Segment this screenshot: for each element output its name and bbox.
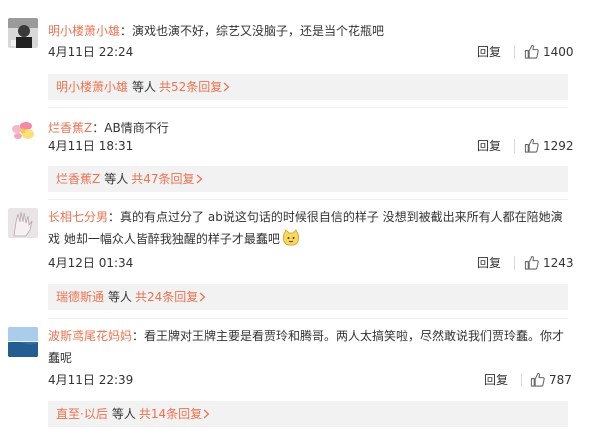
chevron-right-icon — [199, 292, 206, 302]
comment-time: 4月11日 18:31 — [48, 139, 134, 153]
cat-face-emoji-icon — [282, 229, 299, 246]
view-replies-link[interactable]: 共24条回复 — [135, 290, 198, 304]
comment-username[interactable]: 烂香蕉Z — [48, 121, 92, 135]
comment-meta: 4月11日 22:24 回复 1400 — [48, 42, 590, 62]
others-label: 等人 — [132, 80, 157, 94]
others-label: 等人 — [111, 407, 136, 421]
comment-divider — [48, 199, 568, 200]
comment-body-line2: 蠢呢 — [48, 351, 73, 365]
avatar[interactable] — [8, 116, 38, 146]
comment-text: 明小楼萧小雄：演戏也演不好，综艺又没脑子，还是当个花瓶吧 — [48, 24, 385, 38]
sub-reply-username[interactable]: 瑞德斯通 — [56, 290, 104, 304]
comment-meta: 4月11日 22:39 回复 787 — [48, 370, 590, 390]
others-label: 等人 — [104, 172, 129, 186]
avatar[interactable] — [8, 208, 38, 238]
comment-divider — [48, 107, 568, 108]
chevron-right-icon — [223, 82, 230, 92]
others-label: 等人 — [108, 290, 133, 304]
like-count: 1400 — [543, 45, 574, 59]
view-replies-link[interactable]: 共52条回复 — [159, 80, 222, 94]
comment-body: 演戏也演不好，综艺又没脑子，还是当个花瓶吧 — [132, 24, 385, 38]
divider — [514, 139, 515, 153]
divider — [521, 373, 522, 387]
comment-time: 4月11日 22:39 — [48, 373, 134, 387]
like-button[interactable]: 1400 — [524, 42, 574, 62]
sub-replies-bar: 烂香蕉Z 等人 共47条回复 — [48, 166, 568, 192]
view-replies-link[interactable]: 共47条回复 — [131, 172, 194, 186]
comment-text: 长相七分男：真的有点过分了 ab说这句话的时候很自信的样子 没想到被截出来所有人… — [48, 210, 563, 246]
comment-text: 波斯鸢尾花妈妈：看王牌对王牌主要是看贾玲和腾哥。两人太搞笑啦，尽然敢说我们贾玲蠢… — [48, 329, 565, 365]
divider — [514, 256, 515, 270]
comment-body-line2: 戏 她却一幅众人皆醉我独醒的样子才最蠢吧 — [48, 232, 280, 246]
reply-button[interactable]: 回复 — [477, 136, 501, 156]
comment-username[interactable]: 波斯鸢尾花妈妈 — [48, 329, 132, 343]
reply-button[interactable]: 回复 — [477, 253, 501, 273]
comment-username[interactable]: 明小楼萧小雄 — [48, 24, 120, 38]
like-count: 1292 — [543, 139, 574, 153]
comment-body: AB情商不行 — [104, 121, 169, 135]
comment-username[interactable]: 长相七分男 — [48, 210, 108, 224]
sub-replies-bar: 直至·以后 等人 共14条回复 — [48, 401, 568, 427]
like-button[interactable]: 1292 — [524, 136, 574, 156]
avatar[interactable] — [8, 18, 38, 48]
chevron-right-icon — [203, 409, 210, 419]
view-replies-link[interactable]: 共14条回复 — [139, 407, 202, 421]
comment-meta: 4月12日 01:34 回复 1243 — [48, 253, 590, 273]
chevron-right-icon — [196, 174, 202, 184]
like-button[interactable]: 1243 — [524, 253, 574, 273]
comment-meta: 4月11日 18:31 回复 1292 — [48, 136, 590, 156]
sub-replies-bar: 明小楼萧小雄 等人 共52条回复 — [48, 74, 568, 100]
thumbs-up-icon — [524, 44, 539, 59]
comment-divider — [48, 318, 568, 319]
thumbs-up-icon — [524, 255, 539, 270]
comment-time: 4月11日 22:24 — [48, 45, 134, 59]
thumbs-up-icon — [530, 372, 545, 387]
divider — [514, 45, 515, 59]
like-count: 787 — [549, 373, 572, 387]
like-count: 1243 — [543, 256, 574, 270]
comment-time: 4月12日 01:34 — [48, 256, 134, 270]
sub-reply-username[interactable]: 烂香蕉Z — [56, 172, 100, 186]
sub-reply-username[interactable]: 直至·以后 — [56, 407, 108, 421]
avatar[interactable] — [8, 327, 38, 357]
reply-button[interactable]: 回复 — [477, 42, 501, 62]
like-button[interactable]: 787 — [530, 370, 572, 390]
comment-body-line1: 看王牌对王牌主要是看贾玲和腾哥。两人太搞笑啦，尽然敢说我们贾玲蠢。你才 — [144, 329, 565, 343]
sub-replies-bar: 瑞德斯通 等人 共24条回复 — [48, 284, 568, 310]
thumbs-up-icon — [524, 138, 539, 153]
reply-button[interactable]: 回复 — [484, 370, 508, 390]
comment-body-line1: 真的有点过分了 ab说这句话的时候很自信的样子 没想到被截出来所有人都在陪她演 — [120, 210, 563, 224]
sub-reply-username[interactable]: 明小楼萧小雄 — [56, 80, 128, 94]
